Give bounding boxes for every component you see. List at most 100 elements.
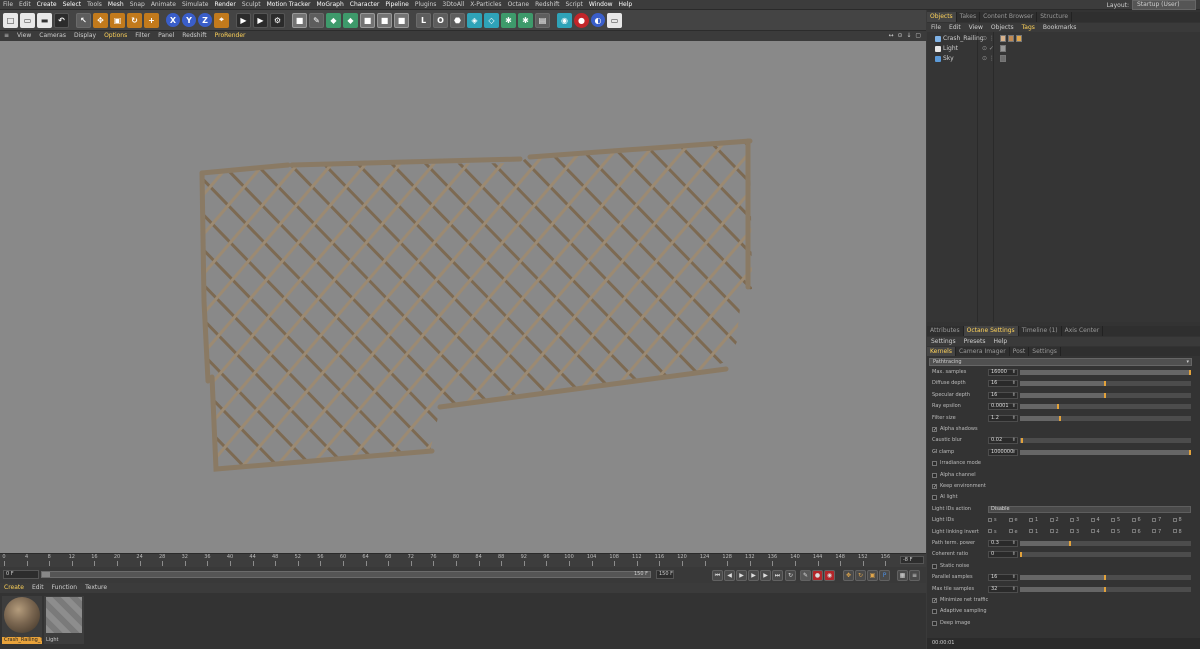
redshift-icon[interactable]: ◈ bbox=[467, 12, 482, 28]
param-select[interactable]: Disable bbox=[988, 505, 1191, 513]
light-id-6[interactable]: 6 bbox=[1131, 528, 1153, 537]
viewport-menu-options[interactable]: Options bbox=[100, 31, 131, 41]
param-slider[interactable] bbox=[1020, 392, 1191, 398]
subtab-post[interactable]: Post bbox=[1010, 347, 1030, 356]
light-id-s[interactable]: s bbox=[988, 528, 1009, 537]
next-key-icon[interactable]: ▶ bbox=[748, 570, 759, 581]
attr-menu-help[interactable]: Help bbox=[989, 337, 1011, 346]
param-checkbox[interactable]: ✓ bbox=[932, 427, 937, 433]
octane-material-icon[interactable]: ✱ bbox=[501, 12, 516, 28]
menu-render[interactable]: Render bbox=[211, 0, 238, 10]
floor-icon[interactable]: ■ bbox=[377, 12, 392, 28]
param-value-field[interactable]: 16 ⬍ bbox=[988, 391, 1018, 399]
scale-icon[interactable]: ▣ bbox=[110, 12, 125, 28]
light-id-8[interactable]: 8 bbox=[1172, 528, 1194, 537]
subtab-camera-imager[interactable]: Camera Imager bbox=[956, 347, 1010, 356]
menu-octane[interactable]: Octane bbox=[505, 0, 533, 10]
param-value-field[interactable]: 1.2 ⬍ bbox=[988, 414, 1018, 422]
range-slider-knob[interactable] bbox=[42, 572, 50, 577]
light-id-7[interactable]: 7 bbox=[1152, 528, 1173, 537]
light-id-1[interactable]: 1 bbox=[1029, 528, 1050, 537]
key-position-icon[interactable]: ✥ bbox=[843, 570, 854, 581]
start-frame-field[interactable]: 0 F bbox=[3, 570, 39, 579]
param-checkbox[interactable] bbox=[932, 472, 937, 478]
viewport-menu-display[interactable]: Display bbox=[70, 31, 100, 41]
viewport-menu-panel[interactable]: Panel bbox=[154, 31, 178, 41]
rotate-icon[interactable]: ↻ bbox=[127, 12, 142, 28]
param-slider[interactable] bbox=[1020, 415, 1191, 421]
octane-icon[interactable]: O bbox=[433, 12, 448, 28]
menu-create[interactable]: Create bbox=[34, 0, 60, 10]
save-icon[interactable]: ▬ bbox=[37, 12, 52, 28]
timeline-ruler[interactable]: 0 4 8 12 16 20 24 28 32 36 40 44 48 52 56 60 64 68 72 76 80 8… bbox=[2, 554, 900, 566]
attr-menu-presets[interactable]: Presets bbox=[960, 337, 990, 346]
record-keys-icon[interactable]: ● bbox=[812, 570, 823, 581]
viewport-toggle-icon[interactable]: ≡ bbox=[0, 31, 13, 41]
go-to-start-icon[interactable]: ⏮ bbox=[712, 570, 723, 581]
object-row-light[interactable]: Light ⊙ ✓ bbox=[927, 44, 1200, 53]
play-icon[interactable]: ▶ bbox=[736, 570, 747, 581]
menu-mesh[interactable]: Mesh bbox=[105, 0, 127, 10]
material-tag-icon[interactable] bbox=[1008, 35, 1014, 42]
menu-help[interactable]: Help bbox=[616, 0, 636, 10]
attr-tab-axis-center[interactable]: Axis Center bbox=[1062, 326, 1104, 336]
timeline-menu-icon[interactable]: ≡ bbox=[909, 570, 920, 581]
render-view-icon[interactable]: ▶ bbox=[236, 12, 251, 28]
material-menu-texture[interactable]: Texture bbox=[81, 583, 111, 593]
cube-icon[interactable]: ■ bbox=[292, 12, 307, 28]
y-axis-icon[interactable]: Y bbox=[182, 13, 196, 27]
light-id-2[interactable]: 2 bbox=[1049, 528, 1071, 537]
spinner-icon[interactable]: ⬍ bbox=[1012, 552, 1016, 557]
render-icon[interactable]: ● bbox=[574, 12, 589, 28]
param-checkbox[interactable]: ✓ bbox=[932, 598, 937, 604]
key-scale-icon[interactable]: ▣ bbox=[867, 570, 878, 581]
object-row-crash-railing[interactable]: Crash_Railing ⊙ ⋮ bbox=[927, 34, 1200, 43]
object-menu-bookmarks[interactable]: Bookmarks bbox=[1039, 23, 1081, 32]
light-id-5[interactable]: 5 bbox=[1111, 528, 1132, 537]
param-checkbox[interactable] bbox=[932, 563, 937, 569]
go-to-end-icon[interactable]: ⏭ bbox=[772, 570, 783, 581]
light-id-s[interactable]: s bbox=[988, 516, 1009, 525]
spinner-icon[interactable]: ⬍ bbox=[1012, 370, 1016, 375]
attr-menu-settings[interactable]: Settings bbox=[927, 337, 960, 346]
param-value-field[interactable]: 0.3 ⬍ bbox=[988, 540, 1018, 547]
undo-icon[interactable]: ↶ bbox=[54, 12, 69, 28]
light-id-7[interactable]: 7 bbox=[1152, 516, 1173, 525]
loop-icon[interactable]: ↻ bbox=[785, 570, 796, 581]
light-id-1[interactable]: 1 bbox=[1029, 516, 1050, 525]
param-value-field[interactable]: 16 ⬍ bbox=[988, 574, 1018, 582]
menu-3dtoall[interactable]: 3DtoAll bbox=[439, 0, 467, 10]
spinner-icon[interactable]: ⬍ bbox=[1012, 392, 1016, 398]
menu-motion-tracker[interactable]: Motion Tracker bbox=[264, 0, 314, 10]
octane-light-icon[interactable]: ◇ bbox=[484, 12, 499, 28]
camera-icon[interactable]: ■ bbox=[394, 12, 409, 28]
spinner-icon[interactable]: ⬍ bbox=[1012, 404, 1016, 409]
object-flags[interactable]: ⊙ ⋮ bbox=[982, 34, 995, 43]
param-slider[interactable] bbox=[1020, 381, 1191, 387]
x-axis-icon[interactable]: X bbox=[166, 13, 180, 27]
perspective-viewport[interactable] bbox=[0, 41, 926, 553]
move-icon[interactable]: ✥ bbox=[93, 12, 108, 28]
menu-tools[interactable]: Tools bbox=[84, 0, 105, 10]
monitor-icon[interactable]: ▭ bbox=[607, 12, 622, 28]
menu-edit[interactable]: Edit bbox=[16, 0, 34, 10]
param-slider[interactable] bbox=[1020, 438, 1191, 444]
x-particles-icon[interactable]: ▤ bbox=[535, 12, 550, 28]
deformer-icon[interactable]: ■ bbox=[360, 12, 375, 28]
octane-live-viewer-icon[interactable]: ⬣ bbox=[450, 12, 465, 28]
attr-tab-timeline-1[interactable]: Timeline (1) bbox=[1019, 326, 1062, 336]
param-value-field[interactable]: 16 ⬍ bbox=[988, 380, 1018, 388]
param-slider[interactable] bbox=[1020, 541, 1191, 546]
octane-camera-icon[interactable]: ✱ bbox=[518, 12, 533, 28]
render-picture-viewer-icon[interactable]: ▶ bbox=[253, 12, 268, 28]
subtab-settings[interactable]: Settings bbox=[1029, 347, 1061, 356]
spinner-icon[interactable]: ⬍ bbox=[1012, 415, 1016, 421]
tab-takes[interactable]: Takes bbox=[957, 12, 981, 22]
light-id-3[interactable]: 3 bbox=[1070, 516, 1091, 525]
param-checkbox[interactable] bbox=[932, 495, 937, 501]
menu-script[interactable]: Script bbox=[562, 0, 585, 10]
light-id-5[interactable]: 5 bbox=[1111, 516, 1132, 525]
light-id-8[interactable]: 8 bbox=[1172, 516, 1194, 525]
param-value-field[interactable]: 1000000 ⬍ bbox=[988, 448, 1018, 456]
tab-objects[interactable]: Objects bbox=[927, 12, 957, 22]
